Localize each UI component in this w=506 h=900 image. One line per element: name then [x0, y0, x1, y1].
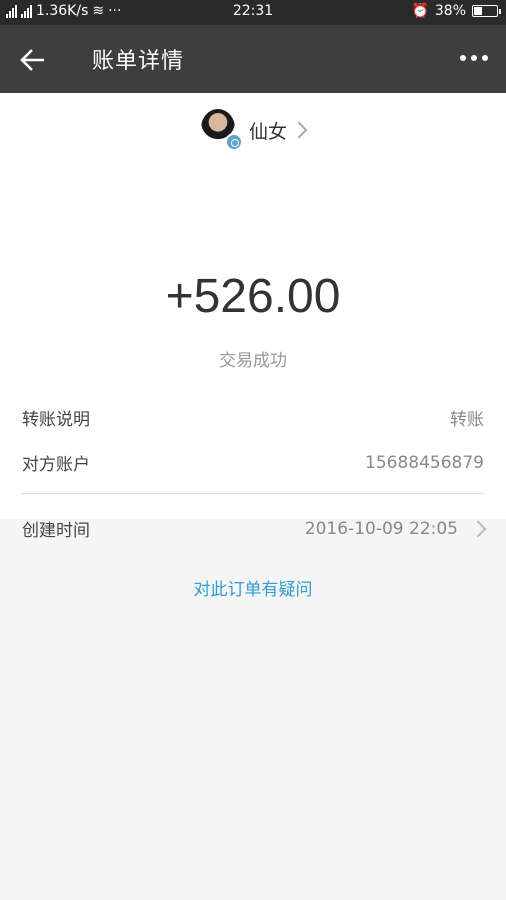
more-icon[interactable]: [460, 55, 488, 61]
account-value: 15688456879: [365, 452, 484, 473]
transaction-status: 交易成功: [219, 351, 287, 371]
alarm-icon: ⏰: [411, 3, 429, 19]
status-right: ⏰ 38%: [411, 3, 501, 19]
verified-badge-icon: [224, 133, 243, 151]
battery-fill: [474, 7, 483, 15]
bill-detail-card: 仙女 +526.00 交易成功 转账说明 转账 对方账户 15688456879…: [0, 93, 506, 600]
created-time-row[interactable]: 创建时间 2016-10-09 22:05: [22, 516, 487, 541]
note-value: 转账: [450, 410, 484, 430]
chevron-right-icon: [469, 520, 487, 537]
created-time-label: 创建时间: [22, 521, 90, 541]
payee-row[interactable]: 仙女: [0, 109, 506, 151]
status-bar: 1.36K/s ≋ ··· 22:31 ⏰ 38%: [0, 0, 506, 25]
chevron-right-icon: [290, 121, 308, 139]
created-time-value: 2016-10-09 22:05: [304, 518, 458, 539]
payee-name[interactable]: 仙女: [249, 117, 287, 144]
nav-bar: 账单详情: [0, 25, 506, 93]
back-arrow-icon[interactable]: [20, 47, 46, 73]
account-label: 对方账户: [22, 455, 90, 475]
battery-percent: 38%: [434, 3, 466, 19]
divider: [22, 493, 484, 494]
page-title: 账单详情: [92, 49, 185, 74]
avatar[interactable]: [200, 109, 243, 151]
account-row: 对方账户 15688456879: [22, 450, 484, 476]
created-time-value-group: 2016-10-09 22:05: [304, 518, 487, 539]
battery-icon: [472, 5, 501, 17]
order-question-link[interactable]: 对此订单有疑问: [0, 575, 506, 600]
transaction-amount: +526.00: [165, 270, 341, 323]
note-row: 转账说明 转账: [22, 405, 484, 430]
note-label: 转账说明: [22, 410, 90, 430]
